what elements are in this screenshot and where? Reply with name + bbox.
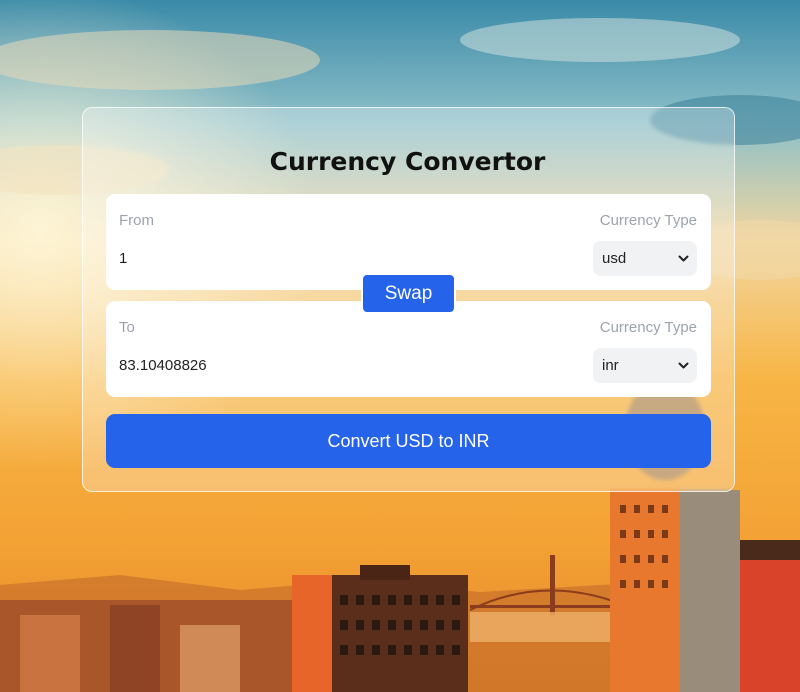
to-currency-type-label: Currency Type [599, 319, 697, 336]
from-currency-select[interactable]: usd [593, 241, 697, 276]
chevron-down-icon [678, 255, 689, 262]
convert-button[interactable]: Convert USD to INR [106, 414, 711, 468]
from-currency-type-label: Currency Type [599, 212, 697, 229]
page-title: Currency Convertor [269, 147, 546, 176]
chevron-down-icon [678, 362, 689, 369]
to-currency-select[interactable]: inr [593, 348, 697, 383]
to-amount-field[interactable]: 83.10408826 [119, 357, 207, 374]
to-label: To [119, 319, 135, 336]
from-amount-input[interactable]: 1 [119, 250, 127, 267]
to-panel: To Currency Type 83.10408826 inr [106, 301, 711, 397]
from-label: From [119, 212, 154, 229]
to-currency-value: inr [602, 357, 619, 374]
from-currency-value: usd [602, 250, 627, 267]
swap-button[interactable]: Swap [361, 273, 456, 314]
